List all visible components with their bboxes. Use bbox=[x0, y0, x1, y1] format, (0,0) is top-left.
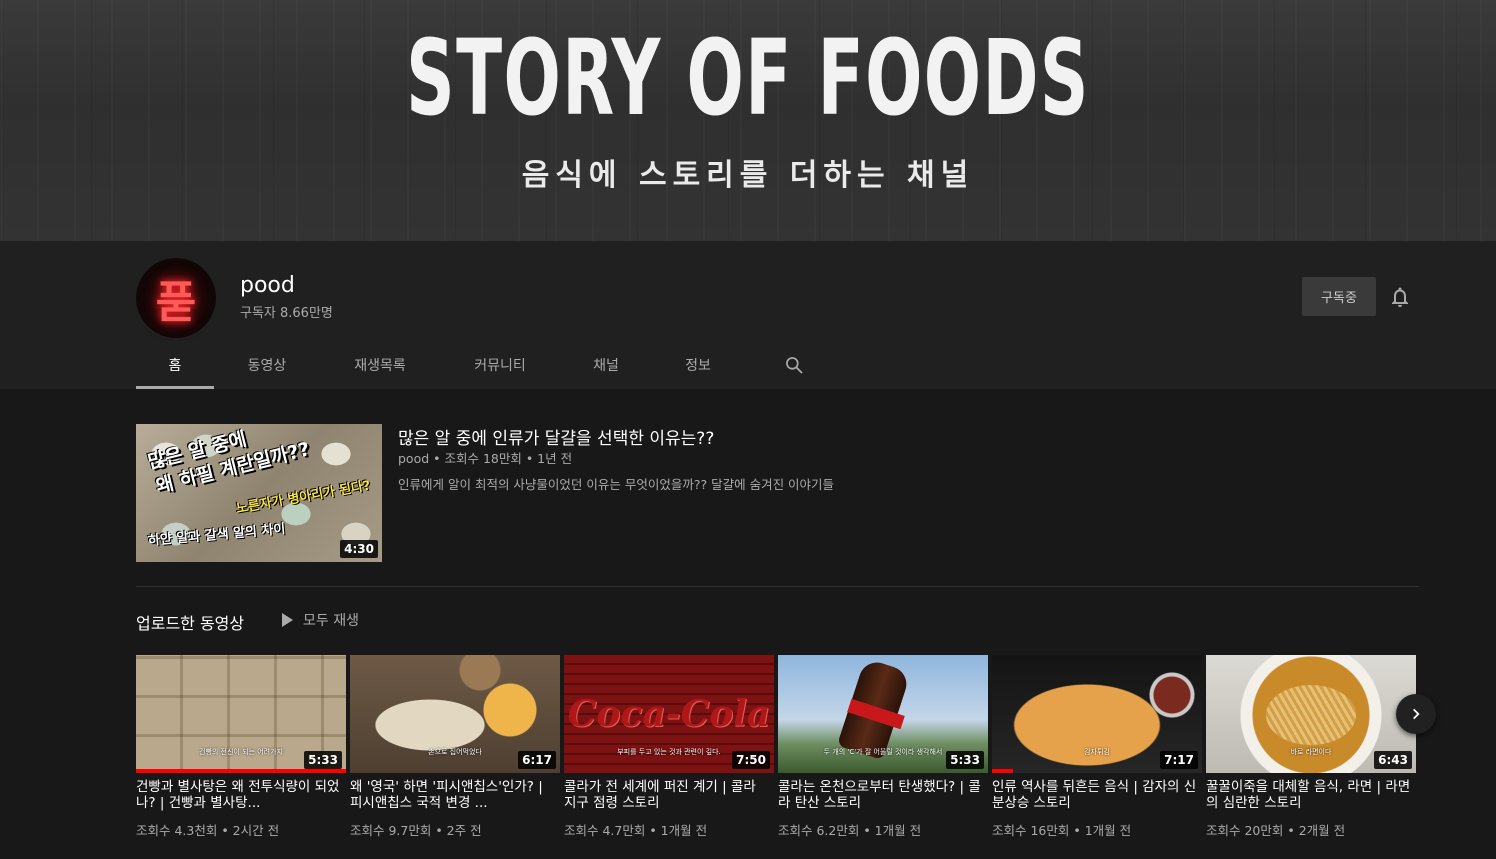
section-divider bbox=[136, 586, 1419, 587]
thumbnail-text: 노른자가 병아리가 된다? bbox=[235, 478, 372, 517]
subscriber-count: 구독자 8.66만명 bbox=[240, 306, 333, 321]
avatar[interactable]: 푿 bbox=[136, 258, 216, 338]
video-title[interactable]: 꿀꿀이죽을 대체할 음식, 라면 | 라면의 심란한 스토리 bbox=[1206, 779, 1416, 811]
video-meta: 조회수 20만회 • 2개월 전 bbox=[1206, 823, 1346, 838]
video-duration: 6:17 bbox=[518, 751, 556, 769]
featured-video-thumbnail[interactable]: 많은 알 중에 왜 하필 계란일까?? 노른자가 병아리가 된다? 하얀 알과 … bbox=[136, 424, 382, 562]
noodle-graphic bbox=[1266, 685, 1356, 745]
avatar-glyph: 푿 bbox=[155, 277, 197, 328]
video-meta: 조회수 6.2만회 • 1개월 전 bbox=[778, 823, 922, 838]
video-meta: 조회수 9.7만회 • 2주 전 bbox=[350, 823, 482, 838]
video-card[interactable]: 건빵의 전신이 되는 어려가지 5:33 건빵과 별사탕은 왜 전투식량이 되었… bbox=[136, 655, 346, 839]
shelf-next-button[interactable] bbox=[1396, 694, 1436, 734]
tab-about[interactable]: 정보 bbox=[652, 341, 744, 389]
video-thumbnail[interactable]: 감자튀김 7:17 bbox=[992, 655, 1202, 773]
tab-playlists[interactable]: 재생목록 bbox=[320, 341, 440, 389]
bell-icon[interactable] bbox=[1388, 285, 1412, 309]
watch-progress-bar bbox=[136, 769, 346, 773]
channel-tabs: 홈 동영상 재생목록 커뮤니티 채널 정보 bbox=[136, 341, 814, 389]
video-thumbnail[interactable]: 바로 라면이다 6:43 bbox=[1206, 655, 1416, 773]
banner-title: STORY OF FOODS bbox=[406, 17, 1090, 139]
play-icon bbox=[282, 613, 293, 627]
play-all-label: 모두 재생 bbox=[303, 613, 359, 629]
video-duration: 7:50 bbox=[732, 751, 770, 769]
subscribed-button[interactable]: 구독중 bbox=[1302, 277, 1376, 316]
featured-video-description: 인류에게 알이 최적의 사냥물이었던 이유는 무엇이었을까?? 달걀에 숨겨진 … bbox=[398, 477, 835, 492]
watch-progress-bar bbox=[992, 769, 1013, 773]
tab-home[interactable]: 홈 bbox=[136, 341, 214, 389]
video-card[interactable]: 감자튀김 7:17 인류 역사를 뒤흔든 음식 | 감자의 신분상승 스토리 조… bbox=[992, 655, 1202, 839]
video-title[interactable]: 인류 역사를 뒤흔든 음식 | 감자의 신분상승 스토리 bbox=[992, 779, 1202, 811]
video-card[interactable]: Coca-Cola 부피를 두고 있는 것과 관련이 깊다. 7:50 콜라가 … bbox=[564, 655, 774, 839]
channel-name: pood bbox=[240, 273, 295, 298]
video-duration: 5:33 bbox=[946, 751, 984, 769]
video-thumbnail[interactable]: Coca-Cola 부피를 두고 있는 것과 관련이 깊다. 7:50 bbox=[564, 655, 774, 773]
tab-channels[interactable]: 채널 bbox=[560, 341, 652, 389]
video-title[interactable]: 콜라는 온천으로부터 탄생했다? | 콜라 탄산 스토리 bbox=[778, 779, 988, 811]
thumbnail-text: 하얀 알과 갈색 알의 차이 bbox=[147, 522, 287, 549]
coca-cola-logo: Coca-Cola bbox=[567, 693, 771, 735]
video-meta: 조회수 16만회 • 1개월 전 bbox=[992, 823, 1132, 838]
play-all-button[interactable]: 모두 재생 bbox=[282, 610, 359, 630]
video-duration: 5:33 bbox=[304, 751, 342, 769]
video-meta: 조회수 4.3천회 • 2시간 전 bbox=[136, 823, 280, 838]
tab-community[interactable]: 커뮤니티 bbox=[440, 341, 560, 389]
featured-video-meta: pood • 조회수 18만회 • 1년 전 bbox=[398, 451, 573, 466]
uploads-shelf-title[interactable]: 업로드한 동영상 bbox=[136, 610, 244, 634]
search-icon[interactable] bbox=[774, 341, 814, 389]
video-duration: 7:17 bbox=[1160, 751, 1198, 769]
video-title[interactable]: 건빵과 별사탕은 왜 전투식량이 되었나? | 건빵과 별사탕... bbox=[136, 779, 346, 811]
video-duration: 4:30 bbox=[340, 540, 378, 558]
video-thumbnail[interactable]: 두 개의 'C'가 잘 어울릴 것이라 생각해서 5:33 bbox=[778, 655, 988, 773]
featured-video-title[interactable]: 많은 알 중에 인류가 달걀을 선택한 이유는?? bbox=[398, 424, 714, 449]
video-title[interactable]: 콜라가 전 세계에 퍼진 계기 | 콜라 지구 점령 스토리 bbox=[564, 779, 774, 811]
video-duration: 6:43 bbox=[1374, 751, 1412, 769]
tab-videos[interactable]: 동영상 bbox=[214, 341, 320, 389]
chevron-right-icon bbox=[1413, 708, 1420, 720]
channel-header: 푿 pood 구독자 8.66만명 구독중 홈 동영상 재생목록 커뮤니티 채널… bbox=[0, 241, 1496, 389]
video-title[interactable]: 왜 '영국' 하면 '피시앤칩스'인가? | 피시앤칩스 국적 변경 ... bbox=[350, 779, 560, 811]
video-meta: 조회수 4.7만회 • 1개월 전 bbox=[564, 823, 708, 838]
video-thumbnail[interactable]: 건빵의 전신이 되는 어려가지 5:33 bbox=[136, 655, 346, 773]
video-thumbnail[interactable]: 손으로 집어먹었다 6:17 bbox=[350, 655, 560, 773]
banner-subtitle: 음식에 스토리를 더하는 채널 bbox=[521, 158, 975, 193]
channel-banner: STORY OF FOODS 음식에 스토리를 더하는 채널 bbox=[0, 0, 1496, 241]
video-card[interactable]: 두 개의 'C'가 잘 어울릴 것이라 생각해서 5:33 콜라는 온천으로부터… bbox=[778, 655, 988, 839]
video-card[interactable]: 손으로 집어먹었다 6:17 왜 '영국' 하면 '피시앤칩스'인가? | 피시… bbox=[350, 655, 560, 839]
video-card[interactable]: 바로 라면이다 6:43 꿀꿀이죽을 대체할 음식, 라면 | 라면의 심란한 … bbox=[1206, 655, 1416, 839]
